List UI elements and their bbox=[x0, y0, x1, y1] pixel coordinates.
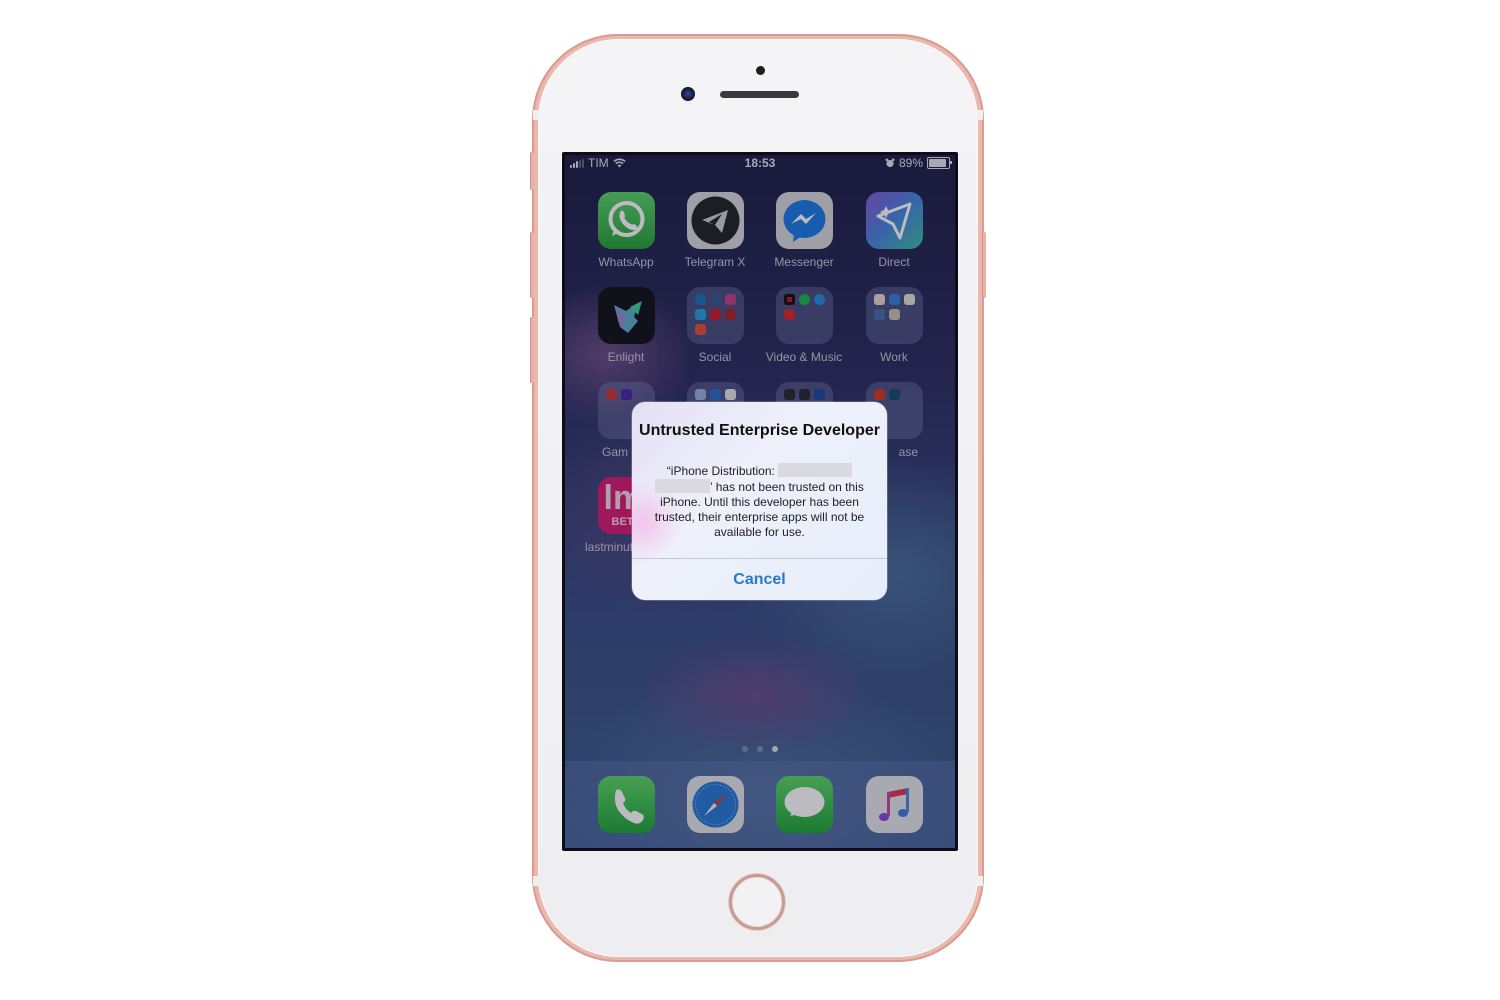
app-mini-icon bbox=[694, 324, 706, 335]
folder-icon bbox=[865, 287, 923, 344]
app-mini-icon bbox=[873, 389, 885, 400]
app-label: Video & Music bbox=[765, 350, 843, 364]
volume-down-button[interactable] bbox=[530, 317, 534, 383]
untrusted-developer-alert: Untrusted Enterprise Developer “iPhone D… bbox=[632, 402, 887, 600]
folder-icon bbox=[686, 287, 744, 344]
app-icon-subtext: BET bbox=[611, 516, 634, 528]
telegram-icon bbox=[686, 192, 744, 249]
app-enlight[interactable]: Enlight bbox=[581, 287, 671, 364]
earpiece-speaker bbox=[720, 91, 799, 98]
app-mini-icon bbox=[605, 389, 617, 400]
app-mini-icon bbox=[620, 389, 632, 400]
antenna-band-bottom-right bbox=[977, 876, 983, 886]
quora-icon bbox=[724, 309, 736, 320]
app-label: Social bbox=[698, 350, 732, 364]
shazam-icon bbox=[813, 294, 825, 305]
app-whatsapp[interactable]: WhatsApp bbox=[581, 192, 671, 269]
alarm-icon bbox=[885, 158, 895, 168]
alert-message-prefix: “iPhone Distribution: bbox=[666, 464, 775, 478]
messenger-icon bbox=[775, 192, 833, 249]
pinterest-icon bbox=[709, 309, 721, 320]
google-icon bbox=[724, 389, 736, 400]
dock bbox=[565, 761, 955, 848]
app-label: Enlight bbox=[607, 350, 645, 364]
alert-title-text: Untrusted Enterprise Developer bbox=[639, 422, 880, 439]
folder-icon bbox=[775, 287, 833, 344]
alert-title: Untrusted Enterprise Developer bbox=[632, 420, 887, 441]
app-direct[interactable]: Direct bbox=[849, 192, 939, 269]
cancel-button[interactable]: Cancel bbox=[632, 559, 887, 600]
battery-percent: 89% bbox=[898, 156, 923, 170]
direct-icon bbox=[865, 192, 923, 249]
facebook-icon bbox=[709, 294, 721, 305]
power-button[interactable] bbox=[982, 232, 986, 298]
mute-switch[interactable] bbox=[530, 152, 534, 190]
app-mini-icon bbox=[783, 389, 795, 400]
page-dot[interactable] bbox=[757, 746, 763, 752]
app-mini-icon bbox=[813, 389, 825, 400]
linkedin-icon bbox=[694, 294, 706, 305]
app-label: Telegram X bbox=[684, 255, 746, 269]
status-bar: TIM 18:53 89% bbox=[562, 152, 958, 174]
enlight-icon bbox=[597, 287, 655, 344]
redacted-developer-name bbox=[778, 463, 853, 477]
dock-messages[interactable] bbox=[759, 776, 849, 833]
folder-work[interactable]: Work bbox=[849, 287, 939, 364]
app-mini-icon bbox=[888, 389, 900, 400]
whatsapp-icon bbox=[597, 192, 655, 249]
messages-icon bbox=[775, 776, 833, 833]
instagram-icon bbox=[724, 294, 736, 305]
twitter-icon bbox=[694, 309, 706, 320]
dock-music[interactable] bbox=[849, 776, 939, 833]
alert-message: “iPhone Distribution: ’ has not been tru… bbox=[646, 463, 873, 540]
app-mini-icon bbox=[888, 309, 900, 320]
page-indicator[interactable] bbox=[562, 746, 958, 752]
page-dot[interactable] bbox=[742, 746, 748, 752]
front-camera bbox=[681, 87, 695, 101]
spotify-icon bbox=[798, 294, 810, 305]
netflix-icon bbox=[783, 294, 795, 305]
app-mini-icon bbox=[709, 389, 721, 400]
app-telegram-x[interactable]: Telegram X bbox=[670, 192, 760, 269]
app-label: Work bbox=[880, 350, 908, 364]
battery-level bbox=[929, 159, 946, 167]
app-mini-icon bbox=[873, 309, 885, 320]
redacted-developer-name-cont bbox=[655, 479, 711, 493]
antenna-band-top-right bbox=[977, 110, 983, 120]
music-icon bbox=[865, 776, 923, 833]
folder-video-music[interactable]: Video & Music bbox=[759, 287, 849, 364]
phone-icon bbox=[597, 776, 655, 833]
app-messenger[interactable]: Messenger bbox=[759, 192, 849, 269]
antenna-band-bottom-left bbox=[533, 876, 539, 886]
app-label: WhatsApp bbox=[598, 255, 654, 269]
screen: TIM 18:53 89% WhatsApp Telegram X Messen… bbox=[562, 152, 958, 851]
gmail-icon bbox=[873, 294, 885, 305]
app-label: Direct bbox=[878, 255, 910, 269]
proximity-sensor bbox=[756, 66, 765, 75]
safari-icon bbox=[686, 776, 744, 833]
mail-icon bbox=[694, 389, 706, 400]
dock-safari[interactable] bbox=[670, 776, 760, 833]
youtube-icon bbox=[783, 309, 795, 320]
drive-icon bbox=[903, 294, 915, 305]
volume-up-button[interactable] bbox=[530, 232, 534, 298]
home-button[interactable] bbox=[729, 874, 785, 930]
antenna-band-top-left bbox=[533, 110, 539, 120]
folder-social[interactable]: Social bbox=[670, 287, 760, 364]
dock-phone[interactable] bbox=[581, 776, 671, 833]
app-mini-icon bbox=[798, 389, 810, 400]
page-dot-active[interactable] bbox=[772, 746, 778, 752]
acrobat-icon bbox=[888, 294, 900, 305]
battery-icon bbox=[927, 157, 952, 169]
app-label: Messenger bbox=[774, 255, 834, 269]
